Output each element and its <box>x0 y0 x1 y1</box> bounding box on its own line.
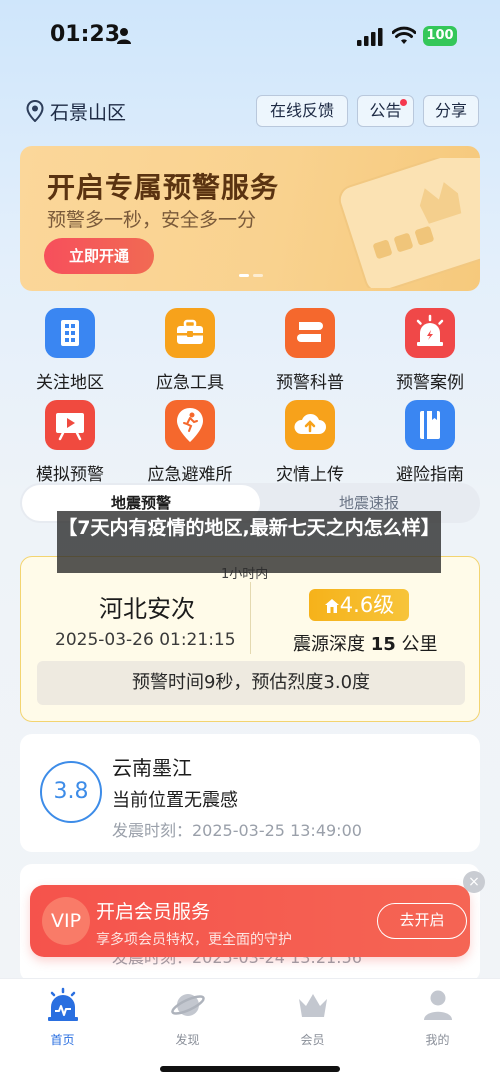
grid-label: 预警科普 <box>276 373 344 393</box>
tab-label: 首页 <box>50 1033 75 1047</box>
vip-banner[interactable]: VIP 开启会员服务 享多项会员特权，更全面的守护 去开启 <box>30 885 470 957</box>
notice-label: 公告 <box>369 101 402 120</box>
alert-location: 河北安次 <box>99 595 195 623</box>
alert-datetime: 2025-03-26 01:21:15 <box>55 630 236 650</box>
guide-book-icon <box>405 400 455 450</box>
location-label: 石景山区 <box>50 101 127 124</box>
tab-label: 发现 <box>175 1033 200 1047</box>
tab-label: 会员 <box>300 1033 325 1047</box>
quake-list-item[interactable]: 3.8 云南墨江 当前位置无震感 发震时刻：2025-03-25 13:49:0… <box>20 734 480 852</box>
signal-icon <box>357 28 383 46</box>
grid-item-focus-areas[interactable]: 关注地区 <box>10 308 130 393</box>
location-pin-icon <box>26 100 44 122</box>
depth-prefix: 震源深度 <box>293 634 365 655</box>
wifi-icon <box>392 26 416 44</box>
home-alert-icon <box>47 987 78 1021</box>
grid-item-warning-cases[interactable]: 预警案例 <box>370 308 490 393</box>
crown-icon <box>298 994 327 1017</box>
banner-title: 开启专属预警服务 <box>47 171 280 204</box>
magnitude-badge: 4.6级 <box>309 589 409 621</box>
activate-button[interactable]: 立即开通 <box>44 238 154 274</box>
running-person-pin-icon <box>165 400 215 450</box>
grid-item-warning-science[interactable]: 预警科普 <box>250 308 370 393</box>
user-icon <box>423 990 452 1020</box>
vip-badge: VIP <box>42 897 90 945</box>
tab-label: 我的 <box>425 1033 450 1047</box>
building-icon <box>45 308 95 358</box>
grid-label: 应急避难所 <box>147 465 233 485</box>
warning-info-bar: 预警时间9秒，预估烈度3.0度 <box>37 661 465 705</box>
location-selector[interactable]: 石景山区 <box>26 96 126 126</box>
vip-title: 开启会员服务 <box>96 901 211 923</box>
presentation-icon <box>45 400 95 450</box>
planet-icon <box>170 994 205 1016</box>
grid-item-disaster-upload[interactable]: 灾情上传 <box>250 400 370 485</box>
book-stack-icon <box>285 308 335 358</box>
tab-discover[interactable]: 发现 <box>125 987 250 1048</box>
magnitude-circle: 3.8 <box>40 761 102 823</box>
grid-label: 关注地区 <box>36 373 104 393</box>
latest-alert-card[interactable]: 1小时内 河北安次 2025-03-26 01:21:15 4.6级 震源深度 … <box>20 556 480 722</box>
quake-time: 发震时刻：2025-03-25 13:49:00 <box>112 821 362 840</box>
vip-subtitle: 享多项会员特权，更全面的守护 <box>96 932 292 948</box>
grid-item-emergency-tools[interactable]: 应急工具 <box>130 308 250 393</box>
share-button[interactable]: 分享 <box>423 95 479 127</box>
grid-item-safety-guide[interactable]: 避险指南 <box>370 400 490 485</box>
magnitude-value: 4.6级 <box>339 593 395 617</box>
feedback-button[interactable]: 在线反馈 <box>256 95 348 127</box>
carousel-dots <box>239 274 263 277</box>
quake-location: 云南墨江 <box>112 756 192 780</box>
depth-value: 15 <box>370 634 396 655</box>
cloud-upload-icon <box>285 400 335 450</box>
toolbox-icon <box>165 308 215 358</box>
banner-subtitle: 预警多一秒，安全多一分 <box>47 209 257 231</box>
house-icon <box>324 599 339 613</box>
notice-button[interactable]: 公告 <box>357 95 414 127</box>
alarm-light-icon <box>405 308 455 358</box>
vip-open-button[interactable]: 去开启 <box>377 903 467 939</box>
grid-label: 避险指南 <box>396 465 464 485</box>
tab-membership[interactable]: 会员 <box>250 987 375 1048</box>
grid-label: 应急工具 <box>156 373 224 393</box>
depth-info: 震源深度 15 公里 <box>293 630 438 656</box>
depth-unit: 公里 <box>401 634 438 655</box>
unread-dot <box>400 99 407 106</box>
tab-home[interactable]: 首页 <box>0 987 125 1048</box>
vip-card-illustration <box>338 158 480 288</box>
tab-profile[interactable]: 我的 <box>375 987 500 1048</box>
divider <box>250 582 251 654</box>
grid-label: 灾情上传 <box>276 465 344 485</box>
battery-indicator: 100 <box>423 26 457 46</box>
grid-label: 模拟预警 <box>36 465 104 485</box>
overlay-caption: 【7天内有疫情的地区,最新七天之内怎么样】 <box>57 511 441 573</box>
home-indicator <box>160 1066 340 1072</box>
quake-felt-status: 当前位置无震感 <box>112 790 238 811</box>
status-time: 01:23 <box>50 22 121 47</box>
promo-banner[interactable]: 开启专属预警服务 预警多一秒，安全多一分 立即开通 <box>20 146 480 291</box>
close-icon[interactable]: × <box>463 871 485 893</box>
person-icon <box>117 28 131 44</box>
status-bar: 01:23 100 <box>0 0 500 70</box>
grid-item-shelters[interactable]: 应急避难所 <box>130 400 250 485</box>
grid-label: 预警案例 <box>396 373 464 393</box>
grid-item-simulated-warning[interactable]: 模拟预警 <box>10 400 130 485</box>
